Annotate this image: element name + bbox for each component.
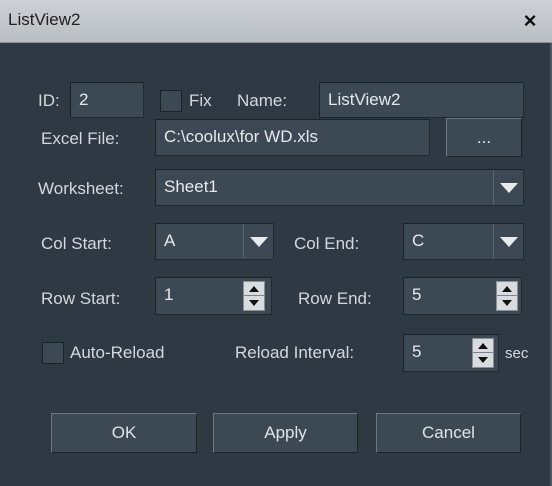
- col-start-dropdown-arrow[interactable]: [243, 224, 273, 259]
- row-end-spinner[interactable]: [496, 281, 518, 311]
- row-end-up-button[interactable]: [497, 282, 517, 296]
- col-end-dropdown-arrow[interactable]: [493, 224, 523, 259]
- dialog-window: ListView2 × ID: 2 Fix Name: ListView2 Ex…: [0, 0, 552, 486]
- window-title: ListView2: [8, 10, 81, 29]
- fix-label: Fix: [189, 91, 212, 110]
- row-start-spinner[interactable]: [243, 281, 265, 311]
- name-field[interactable]: ListView2: [319, 82, 524, 118]
- reload-interval-label: Reload Interval:: [235, 343, 355, 362]
- excel-file-field[interactable]: C:\coolux\for WD.xls: [155, 119, 430, 156]
- excel-file-label: Excel File:: [41, 129, 120, 148]
- fix-checkbox[interactable]: [160, 90, 182, 112]
- caret-down-icon: [502, 300, 512, 306]
- col-start-value: A: [164, 231, 176, 250]
- close-icon[interactable]: ×: [516, 7, 544, 35]
- browse-button[interactable]: ...: [446, 118, 522, 157]
- caret-down-icon: [478, 357, 488, 363]
- row-start-down-button[interactable]: [244, 296, 264, 310]
- caret-down-icon: [249, 300, 259, 306]
- row-start-up-button[interactable]: [244, 282, 264, 296]
- auto-reload-checkbox[interactable]: [42, 342, 64, 364]
- title-bar[interactable]: ListView2 ×: [0, 0, 552, 43]
- row-end-down-button[interactable]: [497, 296, 517, 310]
- worksheet-dropdown[interactable]: Sheet1: [155, 169, 524, 206]
- col-end-value: C: [412, 231, 425, 250]
- id-label: ID:: [38, 91, 60, 110]
- caret-up-icon: [502, 285, 512, 292]
- chevron-down-icon: [250, 236, 268, 247]
- apply-button[interactable]: Apply: [213, 413, 358, 453]
- col-start-label: Col Start:: [41, 234, 112, 253]
- col-end-label: Col End:: [294, 234, 360, 253]
- reload-interval-down-button[interactable]: [473, 353, 493, 367]
- reload-interval-up-button[interactable]: [473, 339, 493, 353]
- auto-reload-label: Auto-Reload: [70, 343, 165, 362]
- chevron-down-icon: [500, 236, 518, 247]
- row-end-value: 5: [412, 285, 422, 304]
- row-end-label: Row End:: [298, 289, 372, 308]
- ok-button[interactable]: OK: [51, 413, 197, 453]
- reload-unit-label: sec: [505, 345, 529, 362]
- chevron-down-icon: [500, 182, 518, 193]
- reload-interval-spinner[interactable]: [472, 338, 494, 368]
- row-start-value: 1: [164, 285, 174, 304]
- worksheet-label: Worksheet:: [38, 179, 124, 198]
- reload-interval-value: 5: [412, 342, 422, 361]
- caret-up-icon: [249, 285, 259, 292]
- cancel-button[interactable]: Cancel: [376, 413, 521, 453]
- worksheet-dropdown-arrow[interactable]: [493, 170, 523, 205]
- caret-up-icon: [478, 342, 488, 349]
- row-start-label: Row Start:: [41, 289, 121, 308]
- name-label: Name:: [237, 91, 288, 110]
- worksheet-value: Sheet1: [164, 177, 218, 196]
- id-field[interactable]: 2: [70, 82, 144, 118]
